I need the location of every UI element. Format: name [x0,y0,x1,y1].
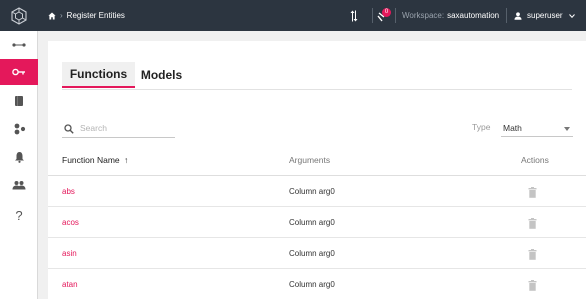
breadcrumb: › Register Entities [48,0,125,31]
sidebar-item-library[interactable] [0,88,38,114]
sidebar-item-alerts[interactable] [0,144,38,170]
search-input[interactable]: Search [80,123,107,133]
sidebar-item-register-entities[interactable] [0,59,38,85]
function-name-link[interactable]: atan [62,280,78,289]
topbar-divider [506,8,507,23]
sidebar-item-users[interactable] [0,172,38,198]
type-select[interactable]: Math [501,120,573,137]
search-icon [64,124,74,134]
user-menu[interactable]: superuser [514,0,575,31]
function-name-link[interactable]: acos [62,218,79,227]
trash-icon [528,279,536,291]
app-logo[interactable] [0,0,38,31]
sync-arrows-icon [350,10,358,21]
main-card: Functions Models Search Type Math Functi… [48,41,586,299]
function-arguments: Column arg0 [289,218,335,227]
sidebar-item-pipelines[interactable] [0,32,38,58]
home-icon[interactable] [48,12,56,20]
trash-icon [528,186,536,198]
user-icon [514,11,522,20]
function-arguments: Column arg0 [289,249,335,258]
function-arguments: Column arg0 [289,280,335,289]
breadcrumb-current: Register Entities [66,11,125,20]
cluster-icon [14,123,25,135]
delete-button[interactable] [525,216,539,230]
users-icon [12,181,26,190]
function-name-link[interactable]: asin [62,249,77,258]
workspace-selector[interactable]: Workspace: saxautomation [402,0,499,31]
sidebar-item-help[interactable]: ? [0,202,38,228]
trash-icon [528,217,536,229]
sidebar-item-clusters[interactable] [0,116,38,142]
trash-icon [528,248,536,260]
table-row[interactable]: acos Column arg0 [48,207,586,238]
nodes-icon [12,43,26,47]
tab-functions[interactable]: Functions [62,62,135,88]
table-row[interactable]: abs Column arg0 [48,176,586,207]
notification-badge: 0 [382,7,391,17]
book-icon [15,96,23,106]
notifications-button[interactable]: 0 [377,0,391,31]
topbar-divider [372,8,373,23]
logo-icon [11,6,27,25]
column-header-function-name[interactable]: Function Name ↑ [62,155,128,165]
delete-button[interactable] [525,185,539,199]
topbar: › Register Entities 0 Workspace: saxauto… [38,0,586,31]
tab-models[interactable]: Models [135,62,188,88]
topbar-divider [395,8,396,23]
type-filter-label: Type [472,122,491,132]
delete-button[interactable] [525,278,539,292]
breadcrumb-separator: › [60,11,63,20]
sort-ascending-icon: ↑ [124,155,129,165]
workspace-label: Workspace: [402,11,445,20]
sidebar: ? [0,0,38,299]
key-icon [12,68,25,76]
help-icon: ? [15,207,23,223]
chevron-down-icon [568,13,575,18]
workspace-name: saxautomation [447,11,500,20]
sync-button[interactable] [350,0,358,31]
column-header-arguments: Arguments [289,155,331,165]
type-select-value: Math [503,123,522,133]
notification-icon: 0 [377,7,391,23]
function-arguments: Column arg0 [289,187,335,196]
caret-down-icon [564,127,570,131]
bell-icon [14,152,24,163]
column-header-actions: Actions [521,155,549,165]
table-row[interactable]: atan Column arg0 [48,269,586,299]
user-name: superuser [527,11,563,20]
table-row[interactable]: asin Column arg0 [48,238,586,269]
delete-button[interactable] [525,247,539,261]
function-name-link[interactable]: abs [62,187,75,196]
tab-divider [62,89,572,90]
search-field[interactable]: Search [62,121,175,138]
